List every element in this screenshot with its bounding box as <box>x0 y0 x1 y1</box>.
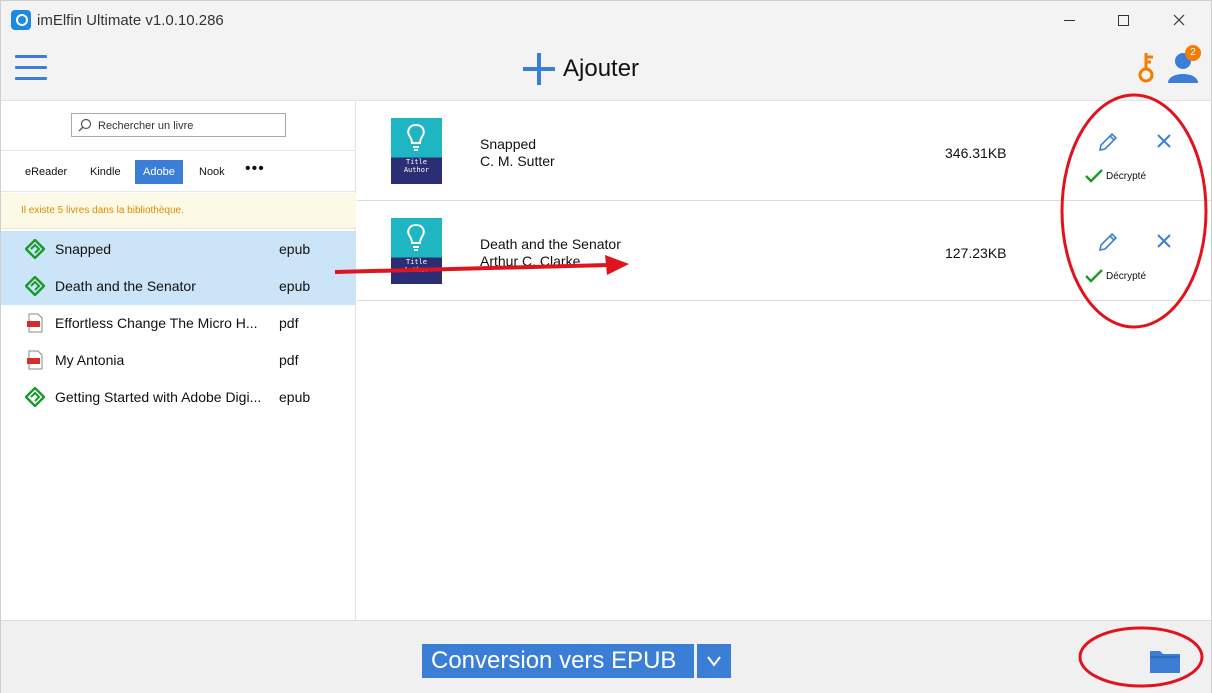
title-bar: imElfin Ultimate v1.0.10.286 <box>1 1 1211 39</box>
book-format: pdf <box>279 315 299 331</box>
toolbar: Ajouter 2 <box>1 39 1211 101</box>
remove-icon[interactable] <box>1155 132 1173 150</box>
book-name: Getting Started with Adobe Digi... <box>55 389 262 405</box>
book-row[interactable]: Snapped epub <box>1 231 356 268</box>
cover-title: Title <box>405 158 428 166</box>
book-cover: Title Author <box>391 118 442 184</box>
file-size: 127.23KB <box>945 245 1007 261</box>
book-format: epub <box>279 241 311 257</box>
decrypt-status: Décrypté <box>1106 171 1147 182</box>
cover-author: Author <box>403 266 430 274</box>
convert-button[interactable]: Conversion vers EPUB <box>422 644 694 678</box>
book-name: Effortless Change The Micro H... <box>55 315 258 331</box>
notification-badge: 2 <box>1185 45 1201 61</box>
cover-author: Author <box>403 166 430 174</box>
file-size: 346.31KB <box>945 145 1007 161</box>
epub-icon <box>25 387 45 407</box>
add-label: Ajouter <box>563 55 640 82</box>
maximize-button[interactable] <box>1097 1 1149 39</box>
app-window: imElfin Ultimate v1.0.10.286 Ajouter 2 R… <box>0 0 1212 693</box>
book-row[interactable]: Getting Started with Adobe Digi... epub <box>1 379 356 416</box>
book-format: pdf <box>279 352 299 368</box>
conversion-author: C. M. Sutter <box>480 153 555 169</box>
book-name: Death and the Senator <box>55 278 196 294</box>
book-list: Snapped epub Death and the Senator epub … <box>1 231 356 416</box>
maximize-icon <box>1117 14 1129 26</box>
app-logo-icon <box>11 10 31 30</box>
book-row[interactable]: Effortless Change The Micro H... pdf <box>1 305 356 342</box>
app-title: imElfin Ultimate v1.0.10.286 <box>37 12 224 29</box>
conversion-item: Title Author Death and the Senator Arthu… <box>357 201 1211 301</box>
pdf-icon <box>27 313 43 333</box>
conversion-title: Death and the Senator <box>480 236 621 252</box>
book-format: epub <box>279 389 311 405</box>
search-input[interactable] <box>98 117 282 134</box>
library-notice: Il existe 5 livres dans la bibliothèque. <box>1 193 356 229</box>
chevron-down-icon <box>707 656 721 667</box>
library-panel: eReader Kindle Adobe Nook ••• Il existe … <box>1 101 356 620</box>
close-window-icon <box>1173 14 1185 26</box>
cover-title: Title <box>405 258 428 266</box>
menu-icon[interactable] <box>15 55 47 81</box>
plus-icon <box>521 51 557 87</box>
close-window-button[interactable] <box>1153 1 1205 39</box>
book-format: epub <box>279 278 311 294</box>
minimize-icon <box>1063 19 1075 21</box>
library-count-text: Il existe 5 livres dans la bibliothèque. <box>21 205 184 216</box>
tab-adobe[interactable]: Adobe <box>135 160 183 184</box>
lightbulb-icon <box>407 123 425 151</box>
edit-icon[interactable] <box>1097 131 1119 153</box>
conversion-item: Title Author Snapped C. M. Sutter 346.31… <box>357 101 1211 201</box>
conversion-title: Snapped <box>480 136 537 152</box>
search-icon <box>78 118 92 132</box>
book-row[interactable]: My Antonia pdf <box>1 342 356 379</box>
book-name: Snapped <box>55 241 112 257</box>
epub-icon <box>25 276 45 296</box>
tab-nook[interactable]: Nook <box>191 160 233 184</box>
decrypt-status: Décrypté <box>1106 271 1147 282</box>
edit-icon[interactable] <box>1097 231 1119 253</box>
minimize-button[interactable] <box>1043 1 1095 39</box>
search-box[interactable] <box>71 113 286 137</box>
check-icon <box>1085 169 1103 183</box>
book-cover: Title Author <box>391 218 442 284</box>
folder-icon[interactable] <box>1149 648 1181 674</box>
bottom-bar: Conversion vers EPUB <box>1 620 1211 693</box>
output-format-dropdown[interactable] <box>697 644 731 678</box>
lightbulb-icon <box>407 223 425 251</box>
conversion-author: Arthur C. Clarke <box>480 253 581 269</box>
more-tabs-button[interactable]: ••• <box>237 157 273 181</box>
conversion-panel: Title Author Snapped C. M. Sutter 346.31… <box>357 101 1211 620</box>
tab-kindle[interactable]: Kindle <box>82 160 129 184</box>
tab-ereader[interactable]: eReader <box>17 160 75 184</box>
add-button[interactable]: Ajouter <box>521 49 639 89</box>
key-icon[interactable] <box>1133 51 1159 85</box>
pdf-icon <box>27 350 43 370</box>
book-name: My Antonia <box>55 352 125 368</box>
epub-icon <box>25 239 45 259</box>
device-tabs: eReader Kindle Adobe Nook ••• <box>1 150 356 192</box>
remove-icon[interactable] <box>1155 232 1173 250</box>
book-row[interactable]: Death and the Senator epub <box>1 268 356 305</box>
check-icon <box>1085 269 1103 283</box>
